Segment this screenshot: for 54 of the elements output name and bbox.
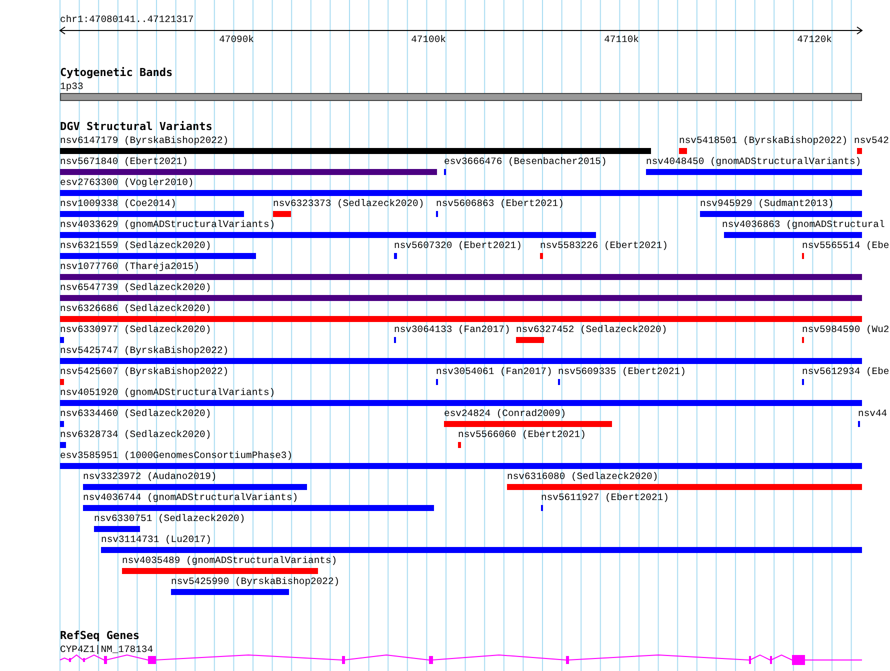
variant-label: nsv5671840 (Ebert2021) bbox=[60, 156, 188, 168]
variant-label: nsv5425747 (ByrskaBishop2022) bbox=[60, 345, 229, 357]
variant-label: nsv6326686 (Sedlazeck2020) bbox=[60, 303, 212, 315]
variant-label: nsv5566060 (Ebert2021) bbox=[458, 429, 586, 441]
variant-label: esv24824 (Conrad2009) bbox=[444, 408, 566, 420]
track-title: RefSeq Genes bbox=[60, 630, 140, 642]
variant-label: nsv6328734 (Sedlazeck2020) bbox=[60, 429, 212, 441]
variant-label: nsv5583226 (Ebert2021) bbox=[540, 240, 668, 252]
variant-label: esv3666476 (Besenbacher2015) bbox=[444, 156, 607, 168]
ruler-tick-label: 47120k bbox=[796, 34, 832, 46]
variant-label: nsv5606863 (Ebert2021) bbox=[436, 198, 564, 210]
variant-label: nsv44 bbox=[858, 408, 888, 420]
track-title: Cytogenetic Bands bbox=[60, 67, 173, 79]
variant-label: nsv4035489 (gnomADStructuralVariants) bbox=[122, 555, 338, 567]
variant-label: nsv6321559 (Sedlazeck2020) bbox=[60, 240, 212, 252]
variant-label: esv3585951 (1000GenomesConsortiumPhase3) bbox=[60, 450, 293, 462]
ruler-tick-label: 47110k bbox=[603, 34, 639, 46]
variant-label: nsv3323972 (Audano2019) bbox=[83, 471, 217, 483]
track-title: DGV Structural Variants bbox=[60, 121, 212, 133]
variant-label: nsv542 bbox=[854, 135, 889, 147]
variant-label: nsv6330751 (Sedlazeck2020) bbox=[94, 513, 246, 525]
variant-label: nsv4036863 (gnomADStructural bbox=[722, 219, 885, 231]
variant-label: nsv6327452 (Sedlazeck2020) bbox=[516, 324, 668, 336]
variant-label: nsv1009338 (Coe2014) bbox=[60, 198, 176, 210]
variant-label: nsv6316080 (Sedlazeck2020) bbox=[507, 471, 658, 483]
variant-label: nsv3054061 (Fan2017) bbox=[436, 366, 552, 378]
variant-label: nsv6330977 (Sedlazeck2020) bbox=[60, 324, 212, 336]
variant-label: nsv6334460 (Sedlazeck2020) bbox=[60, 408, 212, 420]
variant-label: nsv5612934 (Ebe bbox=[802, 366, 890, 378]
position-label: chr1:47080141..47121317 bbox=[60, 14, 194, 26]
variant-label: nsv5984590 (Wu2 bbox=[802, 324, 890, 336]
variant-label: nsv6147179 (ByrskaBishop2022) bbox=[60, 135, 229, 147]
band-label: 1p33 bbox=[60, 81, 84, 93]
variant-label: nsv3064133 (Fan2017) bbox=[394, 324, 510, 336]
gene-label: CYP4Z1|NM_178134 bbox=[60, 644, 154, 656]
ruler-tick-label: 47100k bbox=[410, 34, 446, 46]
variant-label: nsv4048450 (gnomADStructuralVariants) bbox=[646, 156, 862, 168]
variant-label: nsv4033629 (gnomADStructuralVariants) bbox=[60, 219, 276, 231]
variant-label: nsv5418501 (ByrskaBishop2022) bbox=[679, 135, 848, 147]
variant-label: nsv5607320 (Ebert2021) bbox=[394, 240, 522, 252]
variant-label: nsv5425607 (ByrskaBishop2022) bbox=[60, 366, 229, 378]
variant-label: nsv5565514 (Ebe bbox=[802, 240, 890, 252]
variant-label: nsv4051920 (gnomADStructuralVariants) bbox=[60, 387, 276, 399]
variant-label: nsv3114731 (Lu2017) bbox=[101, 534, 212, 546]
variant-label: nsv5609335 (Ebert2021) bbox=[558, 366, 686, 378]
variant-label: esv2763300 (Vogler2010) bbox=[60, 177, 194, 189]
ruler-tick-label: 47090k bbox=[218, 34, 254, 46]
variant-label: nsv5425990 (ByrskaBishop2022) bbox=[171, 576, 340, 588]
variant-label: nsv6547739 (Sedlazeck2020) bbox=[60, 282, 212, 294]
variant-label: nsv6323373 (Sedlazeck2020) bbox=[273, 198, 424, 210]
variant-label: nsv945929 (Sudmant2013) bbox=[700, 198, 834, 210]
variant-label: nsv1077760 (Thareja2015) bbox=[60, 261, 200, 273]
variant-label: nsv5611927 (Ebert2021) bbox=[541, 492, 669, 504]
variant-label: nsv4036744 (gnomADStructuralVariants) bbox=[83, 492, 298, 504]
